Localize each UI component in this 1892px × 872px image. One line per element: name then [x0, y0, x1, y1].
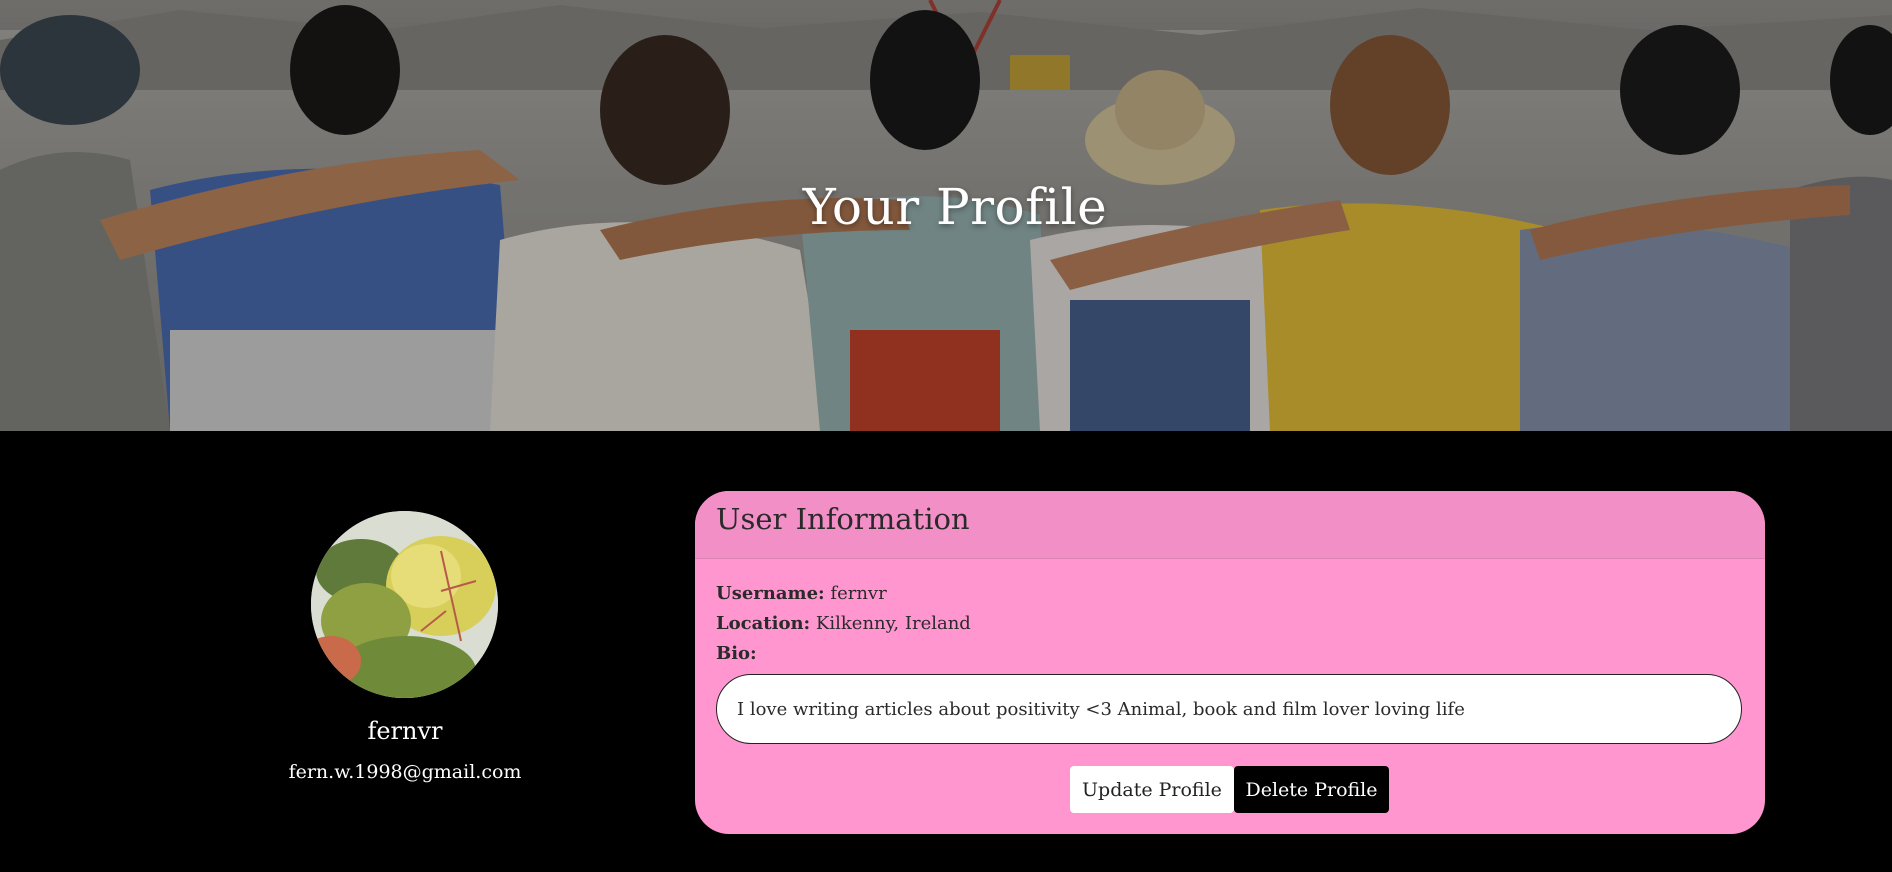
avatar-leaf-image	[311, 511, 498, 698]
username-value: fernvr	[830, 583, 887, 604]
page-title: Your Profile	[802, 178, 1108, 236]
card-title: User Information	[716, 502, 970, 536]
avatar	[311, 511, 498, 698]
profile-email: fern.w.1998@gmail.com	[288, 761, 522, 783]
delete-profile-button[interactable]: Delete Profile	[1234, 766, 1389, 813]
username-row: Username: fernvr	[716, 583, 887, 604]
bio-row: Bio:	[716, 643, 757, 664]
location-row: Location: Kilkenny, Ireland	[716, 613, 971, 634]
hero-banner: Your Profile	[0, 0, 1892, 431]
location-value: Kilkenny, Ireland	[815, 613, 971, 634]
user-information-card: User Information Username: fernvr Locati…	[695, 491, 1765, 834]
username-label: Username:	[716, 583, 825, 604]
bio-label: Bio:	[716, 643, 757, 664]
profile-username: fernvr	[367, 717, 443, 745]
location-label: Location:	[716, 613, 811, 634]
bio-field[interactable]: I love writing articles about positivity…	[716, 674, 1742, 744]
update-profile-button[interactable]: Update Profile	[1070, 766, 1234, 813]
card-header: User Information	[695, 491, 1765, 559]
